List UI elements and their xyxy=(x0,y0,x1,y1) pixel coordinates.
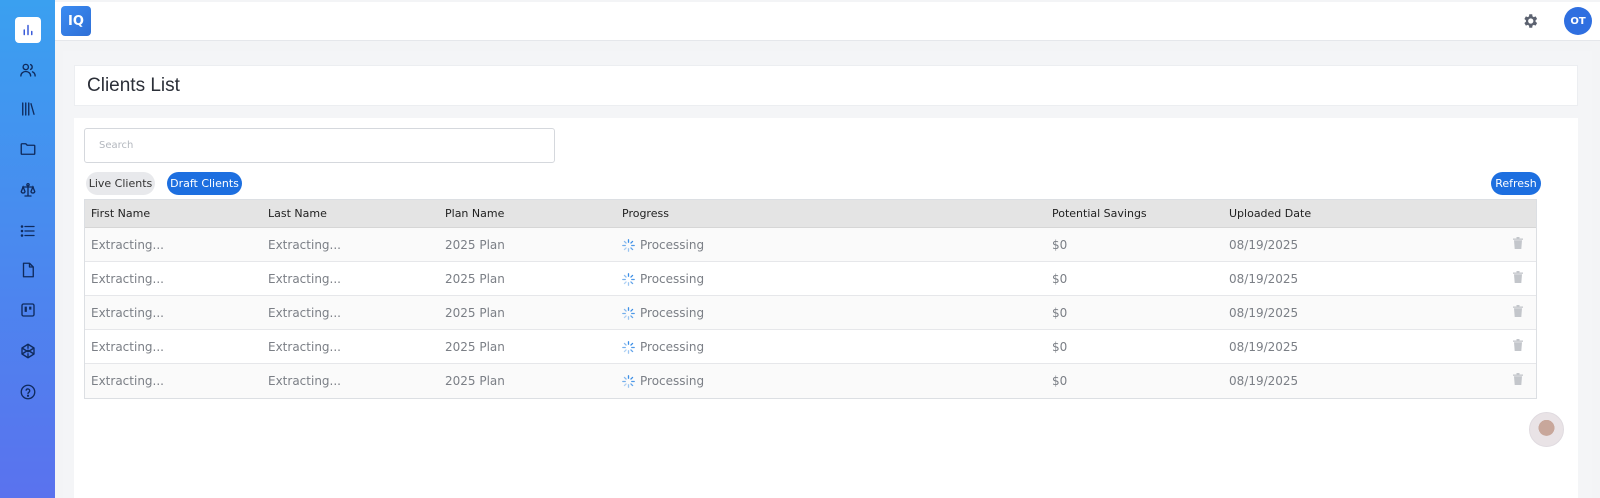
search-input[interactable] xyxy=(84,128,555,163)
spinner-icon xyxy=(622,238,635,252)
draft-clients-tab[interactable]: Draft Clients xyxy=(167,172,242,195)
trash-icon[interactable] xyxy=(1513,271,1523,283)
last-name-cell: Extracting... xyxy=(268,238,341,252)
sidebar-item-dashboard[interactable] xyxy=(15,17,41,43)
assistant-widget[interactable] xyxy=(1529,412,1565,460)
spinner-icon xyxy=(622,374,635,388)
file-icon xyxy=(22,262,34,278)
table-row[interactable]: Extracting... Extracting... 2025 Plan Pr… xyxy=(85,296,1536,330)
progress-status: Processing xyxy=(640,306,705,320)
progress-cell: Processing xyxy=(622,238,704,252)
first-name-cell: Extracting... xyxy=(91,340,164,354)
first-name-cell: Extracting... xyxy=(91,306,164,320)
last-name-cell: Extracting... xyxy=(268,272,341,286)
codepen-icon xyxy=(21,343,35,359)
spinner-icon xyxy=(622,306,635,320)
assistant-avatar xyxy=(1529,412,1564,447)
last-name-cell: Extracting... xyxy=(268,306,341,320)
sidebar-item-library[interactable] xyxy=(15,96,41,122)
progress-cell: Processing xyxy=(622,272,704,286)
sidebar-item-list[interactable] xyxy=(15,218,41,244)
column-header-last-name[interactable]: Last Name xyxy=(268,207,327,220)
column-header-progress[interactable]: Progress xyxy=(622,207,669,220)
refresh-button[interactable]: Refresh xyxy=(1491,172,1541,195)
plan-name-cell: 2025 Plan xyxy=(445,306,505,320)
column-header-first-name[interactable]: First Name xyxy=(91,207,150,220)
sidebar-item-integrations[interactable] xyxy=(15,338,41,364)
first-name-cell: Extracting... xyxy=(91,272,164,286)
gear-icon[interactable] xyxy=(1521,12,1539,30)
trash-icon[interactable] xyxy=(1513,237,1523,249)
table-row[interactable]: Extracting... Extracting... 2025 Plan Pr… xyxy=(85,330,1536,364)
plan-name-cell: 2025 Plan xyxy=(445,374,505,388)
plan-name-cell: 2025 Plan xyxy=(445,272,505,286)
page-header: Clients List xyxy=(74,65,1578,106)
list-icon xyxy=(20,225,35,237)
uploaded-date-cell: 08/19/2025 xyxy=(1229,374,1299,388)
table-row[interactable]: Extracting... Extracting... 2025 Plan Pr… xyxy=(85,262,1536,296)
app-logo[interactable]: IQ xyxy=(61,6,91,36)
column-header-uploaded-date[interactable]: Uploaded Date xyxy=(1229,207,1311,220)
trash-icon[interactable] xyxy=(1513,339,1523,351)
uploaded-date-cell: 08/19/2025 xyxy=(1229,238,1299,252)
uploaded-date-cell: 08/19/2025 xyxy=(1229,340,1299,354)
savings-cell: $0 xyxy=(1052,374,1068,388)
folder-icon xyxy=(20,143,36,155)
progress-status: Processing xyxy=(640,272,705,286)
help-icon xyxy=(20,384,36,400)
kanban-icon xyxy=(21,303,35,317)
uploaded-date-cell: 08/19/2025 xyxy=(1229,272,1299,286)
sidebar-item-documents[interactable] xyxy=(15,257,41,283)
table-row[interactable]: Extracting... Extracting... 2025 Plan Pr… xyxy=(85,364,1536,398)
clients-table: First Name Last Name Plan Name Progress … xyxy=(84,199,1537,399)
top-bar: IQ OT xyxy=(55,2,1600,41)
trash-icon[interactable] xyxy=(1513,373,1523,385)
last-name-cell: Extracting... xyxy=(268,374,341,388)
library-icon xyxy=(22,102,35,116)
savings-cell: $0 xyxy=(1052,306,1068,320)
column-header-potential-savings[interactable]: Potential Savings xyxy=(1052,207,1147,220)
sidebar xyxy=(0,0,55,498)
table-header: First Name Last Name Plan Name Progress … xyxy=(85,200,1536,228)
users-icon xyxy=(20,63,36,77)
page-title: Clients List xyxy=(87,75,180,96)
uploaded-date-cell: 08/19/2025 xyxy=(1229,306,1299,320)
user-avatar[interactable]: OT xyxy=(1564,7,1592,35)
live-clients-tab[interactable]: Live Clients xyxy=(86,172,155,195)
main-panel: Clients List Live Clients Draft Clients … xyxy=(63,51,1592,498)
column-header-plan-name[interactable]: Plan Name xyxy=(445,207,504,220)
savings-cell: $0 xyxy=(1052,340,1068,354)
table-row[interactable]: Extracting... Extracting... 2025 Plan Pr… xyxy=(85,228,1536,262)
first-name-cell: Extracting... xyxy=(91,238,164,252)
progress-status: Processing xyxy=(640,340,705,354)
progress-cell: Processing xyxy=(622,340,704,354)
savings-cell: $0 xyxy=(1052,238,1068,252)
first-name-cell: Extracting... xyxy=(91,374,164,388)
clients-card: Live Clients Draft Clients Refresh First… xyxy=(74,118,1578,498)
progress-cell: Processing xyxy=(622,306,704,320)
savings-cell: $0 xyxy=(1052,272,1068,286)
sidebar-item-board[interactable] xyxy=(15,297,41,323)
sidebar-item-compliance[interactable] xyxy=(15,177,41,203)
sidebar-item-help[interactable] xyxy=(15,379,41,405)
sidebar-item-folders[interactable] xyxy=(15,136,41,162)
sidebar-item-users[interactable] xyxy=(15,57,41,83)
trash-icon[interactable] xyxy=(1513,305,1523,317)
scale-icon xyxy=(20,182,36,197)
progress-cell: Processing xyxy=(622,374,704,388)
bar-chart-icon xyxy=(23,24,33,36)
progress-status: Processing xyxy=(640,238,705,252)
spinner-icon xyxy=(622,340,635,354)
progress-status: Processing xyxy=(640,374,705,388)
last-name-cell: Extracting... xyxy=(268,340,341,354)
spinner-icon xyxy=(622,272,635,286)
plan-name-cell: 2025 Plan xyxy=(445,340,505,354)
plan-name-cell: 2025 Plan xyxy=(445,238,505,252)
